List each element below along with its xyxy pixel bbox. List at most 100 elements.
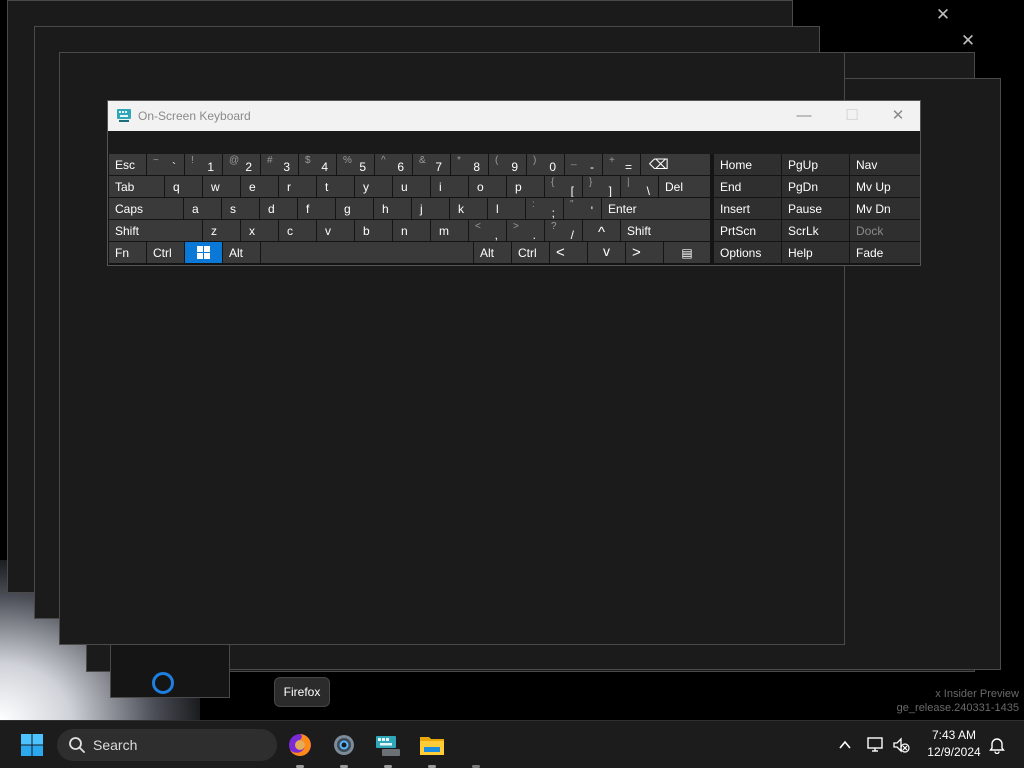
key-move-up[interactable]: Mv Up [850, 176, 920, 197]
key-pgup[interactable]: PgUp [782, 154, 849, 175]
key-windows[interactable] [185, 242, 222, 263]
key-n[interactable]: n [393, 220, 430, 241]
title-bar[interactable]: On-Screen Keyboard — ☐ ✕ [108, 101, 920, 131]
file-explorer-icon[interactable] [416, 729, 448, 761]
key-scrlk[interactable]: ScrLk [782, 220, 849, 241]
key-3[interactable]: #3 [261, 154, 298, 175]
start-icon[interactable] [16, 729, 48, 761]
on-screen-keyboard-window[interactable]: On-Screen Keyboard — ☐ ✕ Esc ~ ` ! 1 @2 #3… [107, 100, 921, 266]
key-1[interactable]: ! 1 [185, 154, 222, 175]
volume-muted-icon[interactable] [892, 736, 910, 754]
key-9[interactable]: (9 [489, 154, 526, 175]
key-shift-right[interactable]: Shift [621, 220, 710, 241]
key-caps[interactable]: Caps [109, 198, 183, 219]
key-menu[interactable]: ▤ [664, 242, 710, 263]
key-2[interactable]: @2 [223, 154, 260, 175]
display-icon[interactable] [866, 736, 884, 754]
key-x[interactable]: x [241, 220, 278, 241]
key-f[interactable]: f [298, 198, 335, 219]
key-arrow-down[interactable]: v [588, 242, 625, 263]
key-end[interactable]: End [714, 176, 781, 197]
clock[interactable]: 7:43 AM 12/9/2024 [922, 727, 986, 761]
key-ctrl-right[interactable]: Ctrl [512, 242, 549, 263]
key-m[interactable]: m [431, 220, 468, 241]
key-slash[interactable]: ? / [545, 220, 582, 241]
key-w[interactable]: w [203, 176, 240, 197]
on-screen-keyboard-icon[interactable] [372, 729, 404, 761]
minimize-button[interactable]: — [782, 101, 826, 131]
key-p[interactable]: p [507, 176, 544, 197]
key-pgdn[interactable]: PgDn [782, 176, 849, 197]
key-backtick[interactable]: ~ ` [147, 154, 184, 175]
key-u[interactable]: u [393, 176, 430, 197]
key-o[interactable]: o [469, 176, 506, 197]
firefox-icon[interactable] [284, 729, 316, 761]
key-j[interactable]: j [412, 198, 449, 219]
key-fade[interactable]: Fade [850, 242, 920, 263]
key-del[interactable]: Del [659, 176, 710, 197]
key-arrow-up[interactable]: ^ [583, 220, 620, 241]
key-right-bracket[interactable]: }] [583, 176, 620, 197]
key-tab[interactable]: Tab [109, 176, 164, 197]
key-arrow-left[interactable]: < [550, 242, 587, 263]
key-move-down[interactable]: Mv Dn [850, 198, 920, 219]
key-q[interactable]: q [165, 176, 202, 197]
context-menu-icon: ▤ [681, 246, 693, 260]
chevron-up-icon[interactable] [838, 738, 852, 752]
key-equals[interactable]: + = [603, 154, 640, 175]
key-quote[interactable]: " ' [564, 198, 601, 219]
key-e[interactable]: e [241, 176, 278, 197]
key-l[interactable]: l [488, 198, 525, 219]
notification-bell-icon[interactable] [989, 736, 1005, 754]
key-7[interactable]: & 7 [413, 154, 450, 175]
key-y[interactable]: y [355, 176, 392, 197]
key-z[interactable]: z [203, 220, 240, 241]
key-nav[interactable]: Nav [850, 154, 920, 175]
key-backslash[interactable]: | \ [621, 176, 658, 197]
key-s[interactable]: s [222, 198, 259, 219]
key-6[interactable]: ^ 6 [375, 154, 412, 175]
key-ctrl-left[interactable]: Ctrl [147, 242, 184, 263]
key-d[interactable]: d [260, 198, 297, 219]
key-8[interactable]: * 8 [451, 154, 488, 175]
key-left-bracket[interactable]: {[ [545, 176, 582, 197]
key-alt-left[interactable]: Alt [223, 242, 260, 263]
key-home[interactable]: Home [714, 154, 781, 175]
key-esc[interactable]: Esc [109, 154, 146, 175]
key-arrow-right[interactable]: > [626, 242, 663, 263]
key-options[interactable]: Options [714, 242, 781, 263]
key-fn[interactable]: Fn [109, 242, 146, 263]
key-help[interactable]: Help [782, 242, 849, 263]
key-b[interactable]: b [355, 220, 392, 241]
key-backspace[interactable]: ⌫ [641, 154, 710, 175]
key-0[interactable]: ) 0 [527, 154, 564, 175]
search-box[interactable]: Search [57, 729, 277, 761]
key-h[interactable]: h [374, 198, 411, 219]
key-4[interactable]: $4 [299, 154, 336, 175]
close-button[interactable]: ✕ [876, 101, 920, 131]
key-enter[interactable]: Enter [602, 198, 710, 219]
key-semicolon[interactable]: :; [526, 198, 563, 219]
key-k[interactable]: k [450, 198, 487, 219]
key-insert[interactable]: Insert [714, 198, 781, 219]
key-r[interactable]: r [279, 176, 316, 197]
key-g[interactable]: g [336, 198, 373, 219]
key-period[interactable]: >. [507, 220, 544, 241]
settings-icon[interactable] [328, 729, 360, 761]
key-5[interactable]: % 5 [337, 154, 374, 175]
close-icon[interactable]: ✕ [958, 31, 978, 51]
maximize-button[interactable]: ☐ [830, 101, 874, 131]
key-alt-right[interactable]: Alt [474, 242, 511, 263]
key-v[interactable]: v [317, 220, 354, 241]
key-comma[interactable]: <, [469, 220, 506, 241]
key-minus[interactable]: _ - [565, 154, 602, 175]
key-c[interactable]: c [279, 220, 316, 241]
key-space[interactable] [261, 242, 473, 263]
key-pause[interactable]: Pause [782, 198, 849, 219]
key-prtscn[interactable]: PrtScn [714, 220, 781, 241]
key-shift-left[interactable]: Shift [109, 220, 202, 241]
key-t[interactable]: t [317, 176, 354, 197]
key-i[interactable]: i [431, 176, 468, 197]
close-icon[interactable]: ✕ [933, 5, 953, 25]
key-a[interactable]: a [184, 198, 221, 219]
